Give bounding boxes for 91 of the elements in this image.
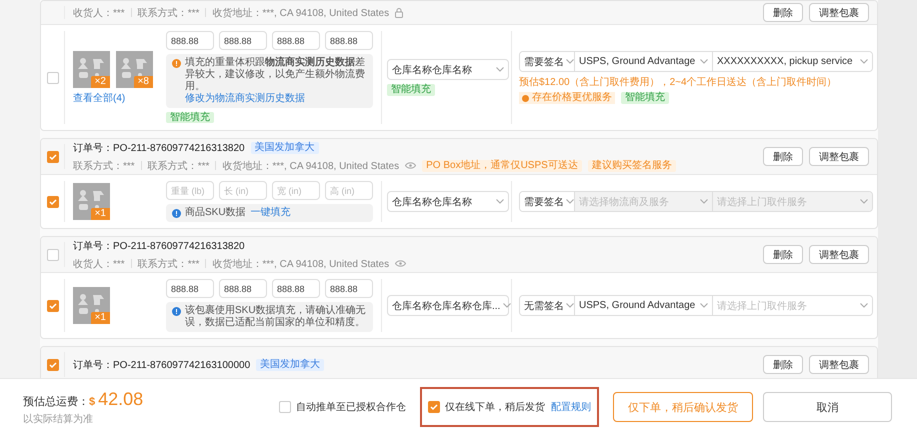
signature-select[interactable]: 无需签名 <box>520 296 575 315</box>
recipient-info: 联系方式：*** <box>148 160 210 172</box>
chevron-down-icon <box>700 303 708 308</box>
view-all-link[interactable]: 查看全部(4) <box>73 90 145 104</box>
dimension-field[interactable]: 长 (in) <box>219 181 267 200</box>
checkmark-icon <box>48 360 56 368</box>
checkmark-icon <box>48 198 56 206</box>
auto-push-label: 自动推单至已授权合作仓 <box>296 400 406 414</box>
delete-button[interactable]: 删除 <box>763 147 803 166</box>
order-number: 订单号：PO-211-876097742163100000 <box>73 358 250 372</box>
chevron-down-icon <box>860 59 868 64</box>
checked-checkbox[interactable] <box>46 358 58 370</box>
currency-symbol: $ <box>89 396 96 408</box>
recipient-info: 收货人：*** <box>73 6 125 20</box>
eye-icon[interactable] <box>405 162 416 169</box>
chevron-down-icon <box>700 59 708 64</box>
smart-fill-tag: 智能填充 <box>387 84 435 96</box>
cancel-button[interactable]: 取消 <box>763 392 892 422</box>
dot-icon <box>522 94 529 102</box>
notice-text: 填充的重量体积跟物流商实测历史数据差异较大，建议修改，以免产生额外物流费用。 <box>185 57 366 92</box>
recipient-info: 联系方式：*** <box>73 160 135 172</box>
quantity-badge: ×1 <box>90 208 110 220</box>
checked-checkbox[interactable] <box>46 150 58 162</box>
chevron-down-icon <box>496 67 504 72</box>
notice-text: 商品SKU数据 <box>185 207 246 218</box>
config-rules-link[interactable]: 配置规则 <box>551 400 591 414</box>
chevron-down-icon <box>496 199 504 204</box>
estimate-text: 预估$12.00（含上门取件费用），2~4个工作日送达（含上门取件时间） <box>519 76 838 89</box>
dimension-field[interactable]: 高 (in) <box>325 181 373 200</box>
checked-checkbox[interactable] <box>46 196 58 208</box>
dimension-field[interactable]: 888.88 <box>166 31 214 50</box>
dimension-field[interactable]: 888.88 <box>325 279 373 298</box>
signature-select[interactable]: 需要签名 <box>520 192 575 211</box>
smart-fill-tag: 智能填充 <box>621 92 669 104</box>
total-note: 以实际结算为准 <box>23 412 94 426</box>
dimension-field[interactable]: 888.88 <box>219 31 267 50</box>
route-tag: 美国发加拿大 <box>256 358 324 370</box>
total-label: 预估总运费： <box>23 394 89 408</box>
dimension-field[interactable]: 888.88 <box>219 279 267 298</box>
smart-fill-tag: 智能填充 <box>166 112 214 123</box>
recipient-info: 联系方式：*** <box>138 6 200 20</box>
chevron-down-icon <box>503 303 512 308</box>
recipient-info: 收货地址：***, CA 94108, United States <box>212 6 390 20</box>
checkbox[interactable] <box>46 248 58 260</box>
dimension-field[interactable]: 重量 (lb) <box>166 181 214 200</box>
checkmark-icon <box>430 403 438 411</box>
adjust-package-button[interactable]: 调整包裹 <box>809 147 869 166</box>
chevron-down-icon <box>566 59 574 64</box>
notice-text: 该包裹使用SKU数据填充，请确认准确无误，数据已适配当前国家的单位和精度。 <box>185 305 367 329</box>
eye-icon[interactable] <box>395 260 406 267</box>
delete-button[interactable]: 删除 <box>763 245 803 264</box>
checkbox[interactable] <box>46 72 58 84</box>
adjust-package-button[interactable]: 调整包裹 <box>809 3 869 22</box>
chevron-down-icon <box>566 199 574 204</box>
warehouse-select[interactable]: 仓库名称仓库名称 <box>387 191 509 212</box>
dimension-field[interactable]: 888.88 <box>325 31 373 50</box>
chevron-down-icon <box>700 199 708 204</box>
checked-checkbox[interactable] <box>46 300 58 312</box>
warehouse-select[interactable]: 仓库名称仓库名称 <box>387 59 509 80</box>
dimension-field[interactable]: 888.88 <box>166 279 214 298</box>
signature-select[interactable]: 需要签名 <box>520 52 575 71</box>
route-tag: 美国发加拿大 <box>250 142 319 154</box>
quantity-badge: ×1 <box>90 312 110 324</box>
dimension-field[interactable]: 888.88 <box>272 279 320 298</box>
notice-link[interactable]: 一键填充 <box>250 207 291 218</box>
delete-button[interactable]: 删除 <box>763 355 803 374</box>
adjust-package-button[interactable]: 调整包裹 <box>809 355 869 374</box>
chevron-down-icon <box>566 303 574 308</box>
checkmark-icon <box>48 302 56 310</box>
warehouse-select[interactable]: 仓库名称仓库名称仓库... <box>387 295 509 316</box>
checkbox[interactable] <box>279 401 291 413</box>
recipient-info: 收货地址：***, CA 94108, United States <box>212 258 390 270</box>
chevron-down-icon <box>860 303 868 308</box>
total-amount: 42.08 <box>98 388 144 410</box>
order-number: 订单号：PO-211-87609774216313820 <box>73 240 245 252</box>
adjust-package-button[interactable]: 调整包裹 <box>809 245 869 264</box>
recipient-info: 收货人：*** <box>73 258 125 270</box>
dimension-field[interactable]: 888.88 <box>272 31 320 50</box>
order-only-label: 仅在线下单，稍后发货 <box>445 400 545 414</box>
delete-button[interactable]: 删除 <box>763 3 803 22</box>
dimension-field[interactable]: 宽 (in) <box>272 181 320 200</box>
chevron-down-icon <box>860 199 868 204</box>
warning-tag: 建议购买签名服务 <box>588 160 676 172</box>
lock-icon[interactable] <box>395 8 404 18</box>
warning-tag: PO Box地址，通常仅USPS可送达 <box>422 160 582 172</box>
notice-link[interactable]: 修改为物流商实测历史数据 <box>185 93 367 105</box>
order-number: 订单号：PO-211-87609774216313820 <box>73 142 245 154</box>
checked-checkbox[interactable] <box>428 401 440 413</box>
recipient-info: 收货地址：***, CA 94108, United States <box>222 160 400 172</box>
recipient-info: 联系方式：*** <box>138 258 200 270</box>
checkmark-icon <box>48 152 56 160</box>
